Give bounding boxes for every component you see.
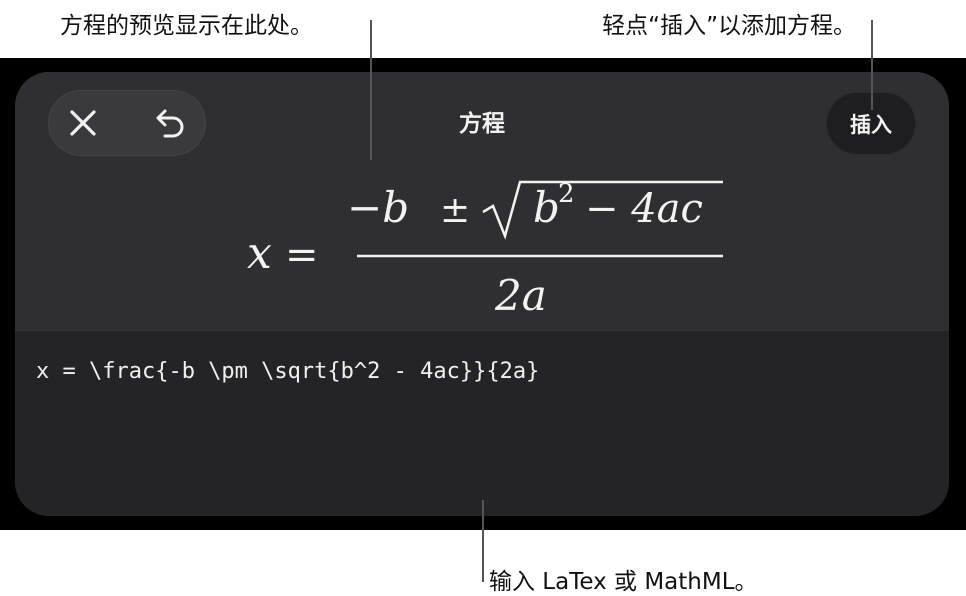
equation-sheet: 方程 插入 x = −b ± b 2 − 4ac 2a x = \frac{-b… bbox=[15, 72, 949, 516]
input-leader-line bbox=[482, 500, 484, 582]
exponent: 2 bbox=[558, 179, 575, 209]
latex-input[interactable]: x = \frac{-b \pm \sqrt{b^2 - 4ac}}{2a} bbox=[36, 359, 916, 384]
plus-minus-sign: ± bbox=[440, 190, 470, 231]
radicand-rest: − 4ac bbox=[585, 186, 703, 232]
sheet-title: 方程 bbox=[459, 111, 505, 137]
denominator: 2a bbox=[494, 271, 547, 320]
equation-lhs: x bbox=[247, 228, 272, 279]
radicand-b: b bbox=[533, 183, 560, 232]
preview-callout: 方程的预览显示在此处。 bbox=[60, 13, 313, 39]
numerator-minus-b: −b bbox=[347, 183, 409, 232]
equation-equals: = bbox=[285, 232, 319, 278]
insert-callout: 轻点“插入”以添加方程。 bbox=[602, 13, 856, 39]
preview-leader-line bbox=[370, 20, 372, 160]
equation-preview: x = −b ± b 2 − 4ac 2a bbox=[247, 179, 723, 320]
input-callout: 输入 LaTex 或 MathML。 bbox=[489, 569, 758, 595]
equation-preview-area: 方程 插入 x = −b ± b 2 − 4ac 2a bbox=[15, 72, 949, 331]
insert-leader-line bbox=[871, 20, 873, 110]
